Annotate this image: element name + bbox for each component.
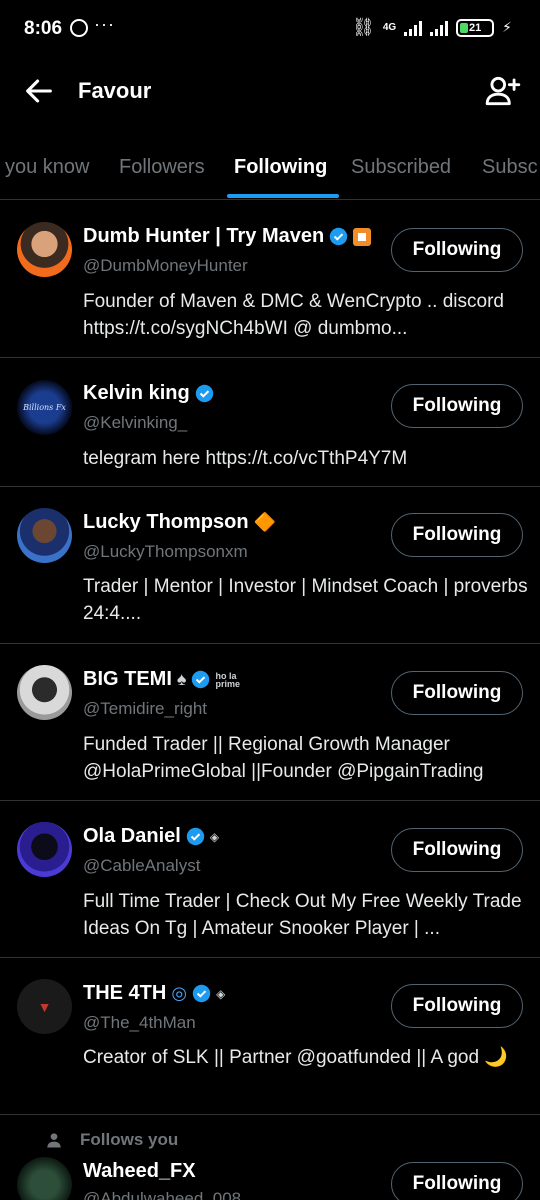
- following-button[interactable]: Following: [391, 828, 523, 872]
- person-icon: [47, 1133, 61, 1148]
- fingerprint-icon: ◎: [171, 983, 188, 1003]
- verified-badge-icon: [195, 384, 213, 403]
- following-button[interactable]: Following: [391, 671, 523, 715]
- user-row[interactable]: Billions Fx Kelvin king @Kelvinking_ tel…: [0, 358, 540, 487]
- user-bio: Creator of SLK || Partner @goatfunded ||…: [83, 1047, 508, 1068]
- display-name: Dumb Hunter | Try Maven: [83, 225, 325, 247]
- user-handle: @Abdulwaheed_008: [83, 1189, 242, 1200]
- battery-level: 21: [469, 21, 482, 34]
- avatar-logo-icon: ▼: [37, 998, 52, 1015]
- user-handle: @The_4thMan: [83, 1013, 196, 1032]
- tab-followers[interactable]: Followers: [119, 156, 205, 179]
- whatsapp-icon: [70, 19, 88, 37]
- verified-badge-icon: [186, 827, 205, 846]
- charging-icon: ⚡: [502, 19, 512, 35]
- verified-badge-icon: [192, 984, 211, 1003]
- avatar[interactable]: [17, 665, 72, 720]
- following-button[interactable]: Following: [391, 228, 523, 272]
- avatar[interactable]: Billions Fx: [17, 380, 72, 435]
- name-line: BIG TEMI ♠ ho la prime: [83, 668, 240, 691]
- avatar[interactable]: ▼: [17, 979, 72, 1034]
- signal-icon-2: [430, 20, 449, 36]
- display-name: Ola Daniel: [83, 825, 181, 847]
- name-line: Lucky Thompson 🔶: [83, 511, 276, 534]
- user-handle: @LuckyThompsonxm: [83, 542, 248, 561]
- name-line: Kelvin king: [83, 382, 214, 405]
- name-line: Waheed_FX: [83, 1160, 196, 1183]
- signal-icon: [404, 20, 423, 36]
- follows-you-label: Follows you: [80, 1130, 179, 1149]
- orange-diamond-icon: 🔶: [253, 512, 276, 532]
- person-add-icon[interactable]: [484, 72, 522, 110]
- more-notifications-icon: ···: [94, 14, 115, 34]
- user-handle: @Temidire_right: [83, 699, 208, 718]
- display-name: Kelvin king: [83, 382, 190, 404]
- tab-subscribed[interactable]: Subscribed: [351, 156, 451, 179]
- verified-badge-icon: [329, 227, 348, 246]
- user-row[interactable]: Lucky Thompson 🔶 @LuckyThompsonxm Trader…: [0, 487, 540, 644]
- name-line: Dumb Hunter | Try Maven: [83, 225, 372, 248]
- status-time: 8:06: [24, 18, 63, 39]
- affiliate-logo-icon: ◈: [209, 829, 220, 844]
- name-line: Ola Daniel ◈: [83, 825, 219, 848]
- avatar[interactable]: [17, 822, 72, 877]
- user-bio: Trader | Mentor | Investor | Mindset Coa…: [83, 576, 528, 624]
- display-name: Waheed_FX: [83, 1160, 196, 1182]
- link-icon: ⛓: [351, 17, 375, 37]
- affiliate-badge-icon: [353, 227, 372, 246]
- following-button[interactable]: Following: [391, 513, 523, 557]
- user-row[interactable]: Dumb Hunter | Try Maven @DumbMoneyHunter…: [0, 201, 540, 358]
- affiliate-logo-icon: ho la prime: [215, 670, 240, 689]
- user-row[interactable]: ▼ THE 4TH ◎ ◈ @The_4thMan Creator of SLK…: [0, 958, 540, 1115]
- status-icons: ⛓ 4G 21 ⚡: [352, 17, 512, 38]
- page-title: Favour: [78, 78, 152, 103]
- tab-following[interactable]: Following: [234, 156, 327, 179]
- following-button[interactable]: Following: [391, 384, 523, 428]
- affiliate-logo-icon: ◈: [216, 986, 226, 1001]
- avatar-text: Billions Fx: [23, 403, 66, 412]
- display-name: Lucky Thompson: [83, 511, 249, 533]
- network-label: 4G: [382, 22, 397, 33]
- user-bio: telegram here https://t.co/vcTthP4Y7M: [83, 448, 408, 469]
- battery-icon: 21: [456, 18, 495, 37]
- user-handle: @DumbMoneyHunter: [83, 256, 248, 275]
- avatar[interactable]: [17, 508, 72, 563]
- active-tab-indicator: [227, 194, 339, 198]
- tab-subscriptions[interactable]: Subsc: [482, 156, 538, 179]
- user-row[interactable]: Follows you Waheed_FX @Abdulwaheed_008 F…: [0, 1115, 540, 1200]
- display-name: BIG TEMI: [83, 668, 172, 690]
- user-bio: Funded Trader || Regional Growth Manager…: [83, 734, 484, 782]
- status-bar: 8:06 ··· ⛓ 4G 21 ⚡: [0, 0, 540, 60]
- following-button[interactable]: Following: [391, 1162, 523, 1200]
- user-handle: @Kelvinking_: [83, 413, 188, 432]
- user-bio: Founder of Maven & DMC & WenCrypto .. di…: [83, 291, 504, 339]
- spade-icon: ♠: [176, 669, 187, 689]
- avatar[interactable]: [17, 222, 72, 277]
- verified-badge-icon: [192, 670, 210, 689]
- user-handle: @CableAnalyst: [83, 856, 201, 875]
- user-row[interactable]: BIG TEMI ♠ ho la prime @Temidire_right Fu…: [0, 644, 540, 801]
- app-header: Favour: [0, 60, 540, 124]
- tab-people-you-know[interactable]: you know: [5, 156, 90, 179]
- follows-you-indicator: Follows you: [44, 1130, 178, 1150]
- display-name: THE 4TH: [83, 982, 167, 1004]
- arrow-left-icon[interactable]: [22, 74, 56, 108]
- user-bio: Full Time Trader | Check Out My Free Wee…: [83, 891, 522, 939]
- tab-bar: you know Followers Following Subscribed …: [0, 140, 540, 200]
- user-row[interactable]: Ola Daniel ◈ @CableAnalyst Full Time Tra…: [0, 801, 540, 958]
- name-line: THE 4TH ◎ ◈: [83, 982, 225, 1005]
- following-button[interactable]: Following: [391, 984, 523, 1028]
- avatar[interactable]: [17, 1157, 72, 1200]
